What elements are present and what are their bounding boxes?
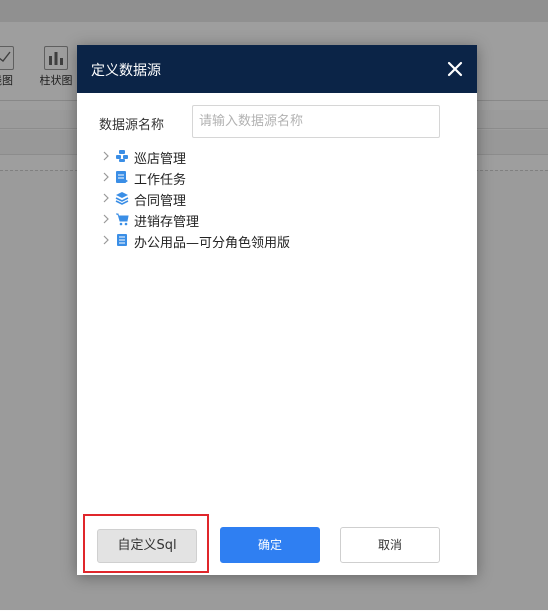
tree-item-label: 办公用品—可分角色领用版 (134, 236, 291, 251)
define-datasource-dialog: 定义数据源 数据源名称 巡店管理 (77, 45, 477, 575)
dialog-title: 定义数据源 (91, 63, 161, 79)
tree-item-work-task[interactable]: 工作任务 (101, 167, 401, 188)
document-icon (115, 233, 129, 247)
datasource-name-label: 数据源名称 (99, 118, 165, 133)
chevron-right-icon[interactable] (101, 192, 111, 204)
custom-sql-button[interactable]: 自定义Sql (97, 529, 197, 563)
tree-item-store-patrol[interactable]: 巡店管理 (101, 146, 401, 167)
tree-item-label: 工作任务 (134, 173, 187, 188)
store-patrol-icon (115, 149, 129, 163)
cart-icon (115, 212, 129, 226)
chevron-right-icon[interactable] (101, 150, 111, 162)
task-icon (115, 170, 129, 184)
tree-item-label: 巡店管理 (134, 152, 187, 167)
datasource-name-row: 数据源名称 (99, 105, 459, 141)
chevron-right-icon[interactable] (101, 234, 111, 246)
tree-item-inventory[interactable]: 进销存管理 (101, 209, 401, 230)
close-button[interactable] (441, 55, 469, 83)
cancel-button[interactable]: 取消 (340, 527, 440, 563)
datasource-name-input[interactable] (192, 105, 440, 138)
tree-item-label: 进销存管理 (134, 215, 200, 230)
close-icon (447, 61, 463, 77)
layers-icon (115, 191, 129, 205)
tree-item-label: 合同管理 (134, 194, 187, 209)
datasource-tree: 巡店管理 工作任务 合同管理 进销存管理 办公用品—可分角色领用版 (101, 146, 401, 251)
tree-item-contract[interactable]: 合同管理 (101, 188, 401, 209)
chevron-right-icon[interactable] (101, 171, 111, 183)
confirm-button[interactable]: 确定 (220, 527, 320, 563)
tree-item-office-supplies[interactable]: 办公用品—可分角色领用版 (101, 230, 401, 251)
dialog-header: 定义数据源 (77, 45, 477, 93)
chevron-right-icon[interactable] (101, 213, 111, 225)
